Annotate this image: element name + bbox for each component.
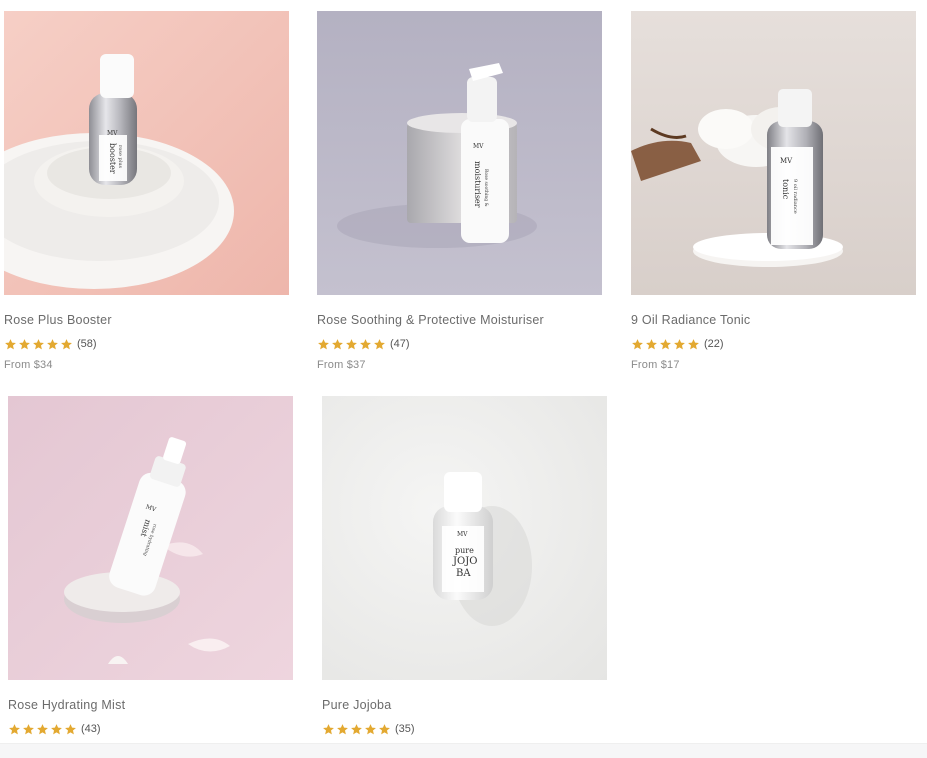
product-rating: (58) <box>4 336 289 352</box>
star-icon <box>360 338 371 349</box>
product-rating: (35) <box>322 721 607 737</box>
svg-text:tonic: tonic <box>781 179 790 200</box>
star-icon <box>379 723 390 734</box>
product-name[interactable]: Pure Jojoba <box>322 697 607 713</box>
star-icon <box>660 338 671 349</box>
product-image[interactable]: MV moisturiser Rose soothing & <box>317 11 602 295</box>
star-rating <box>8 723 77 736</box>
jojoba-bottle-photo: MV pure JOJO BA <box>322 396 607 680</box>
booster-bottle-photo: MV booster rose plus <box>4 11 289 295</box>
star-icon <box>33 338 44 349</box>
mist-spray-photo: MV mist rose hydrating <box>8 396 293 680</box>
review-count[interactable]: (58) <box>77 336 97 352</box>
product-card[interactable]: MV pure JOJO BA Pure Jojoba (35) <box>322 396 607 737</box>
product-image[interactable]: MV pure JOJO BA <box>322 396 607 680</box>
star-icon <box>374 338 385 349</box>
star-rating <box>317 338 386 351</box>
star-icon <box>351 723 362 734</box>
svg-text:MV: MV <box>473 143 484 150</box>
star-icon <box>47 338 58 349</box>
star-icon <box>346 338 357 349</box>
product-name[interactable]: 9 Oil Radiance Tonic <box>631 312 916 328</box>
moisturiser-pump-photo: MV moisturiser Rose soothing & <box>317 11 602 295</box>
review-count[interactable]: (22) <box>704 336 724 352</box>
svg-text:rose plus: rose plus <box>117 145 123 169</box>
product-card[interactable]: MV tonic 9 oil radiance 9 Oil Radiance T… <box>631 11 916 372</box>
svg-text:JOJO: JOJO <box>452 556 477 567</box>
product-name[interactable]: Rose Plus Booster <box>4 312 289 328</box>
product-rating: (47) <box>317 336 602 352</box>
product-rating: (43) <box>8 721 293 737</box>
product-image[interactable]: MV mist rose hydrating <box>8 396 293 680</box>
star-icon <box>23 723 34 734</box>
svg-text:Rose soothing &: Rose soothing & <box>483 169 489 207</box>
star-icon <box>61 338 72 349</box>
star-icon <box>5 338 16 349</box>
svg-text:BA: BA <box>456 568 471 579</box>
star-icon <box>674 338 685 349</box>
star-icon <box>365 723 376 734</box>
product-rating: (22) <box>631 336 916 352</box>
star-icon <box>337 723 348 734</box>
svg-text:pure: pure <box>455 546 474 555</box>
star-rating <box>4 338 73 351</box>
product-card[interactable]: MV mist rose hydrating Rose Hydrating Mi… <box>8 396 293 737</box>
review-count[interactable]: (43) <box>81 721 101 737</box>
review-count[interactable]: (35) <box>395 721 415 737</box>
star-rating <box>322 723 391 736</box>
star-icon <box>51 723 62 734</box>
star-icon <box>332 338 343 349</box>
star-icon <box>323 723 334 734</box>
product-name[interactable]: Rose Hydrating Mist <box>8 697 293 713</box>
page-bottom-strip <box>0 743 927 758</box>
svg-text:MV: MV <box>457 531 468 538</box>
product-image[interactable]: MV booster rose plus <box>4 11 289 295</box>
svg-text:MV: MV <box>107 130 118 137</box>
product-name[interactable]: Rose Soothing & Protective Moisturiser <box>317 312 602 328</box>
review-count[interactable]: (47) <box>390 336 410 352</box>
star-icon <box>688 338 699 349</box>
star-rating <box>631 338 700 351</box>
star-icon <box>632 338 643 349</box>
star-icon <box>19 338 30 349</box>
product-card[interactable]: MV moisturiser Rose soothing & Rose Soot… <box>317 11 602 372</box>
star-icon <box>318 338 329 349</box>
svg-text:9 oil radiance: 9 oil radiance <box>792 179 798 214</box>
product-price: From $17 <box>631 359 680 371</box>
star-icon <box>9 723 20 734</box>
product-image[interactable]: MV tonic 9 oil radiance <box>631 11 916 295</box>
tonic-bottle-photo: MV tonic 9 oil radiance <box>631 11 916 295</box>
svg-text:moisturiser: moisturiser <box>473 161 482 208</box>
svg-text:MV: MV <box>780 157 793 165</box>
product-price: From $34 <box>4 359 53 371</box>
star-icon <box>646 338 657 349</box>
star-icon <box>37 723 48 734</box>
product-price: From $37 <box>317 359 366 371</box>
svg-text:booster: booster <box>108 143 117 174</box>
product-card[interactable]: MV booster rose plus Rose Plus Booster (… <box>4 11 289 372</box>
star-icon <box>65 723 76 734</box>
